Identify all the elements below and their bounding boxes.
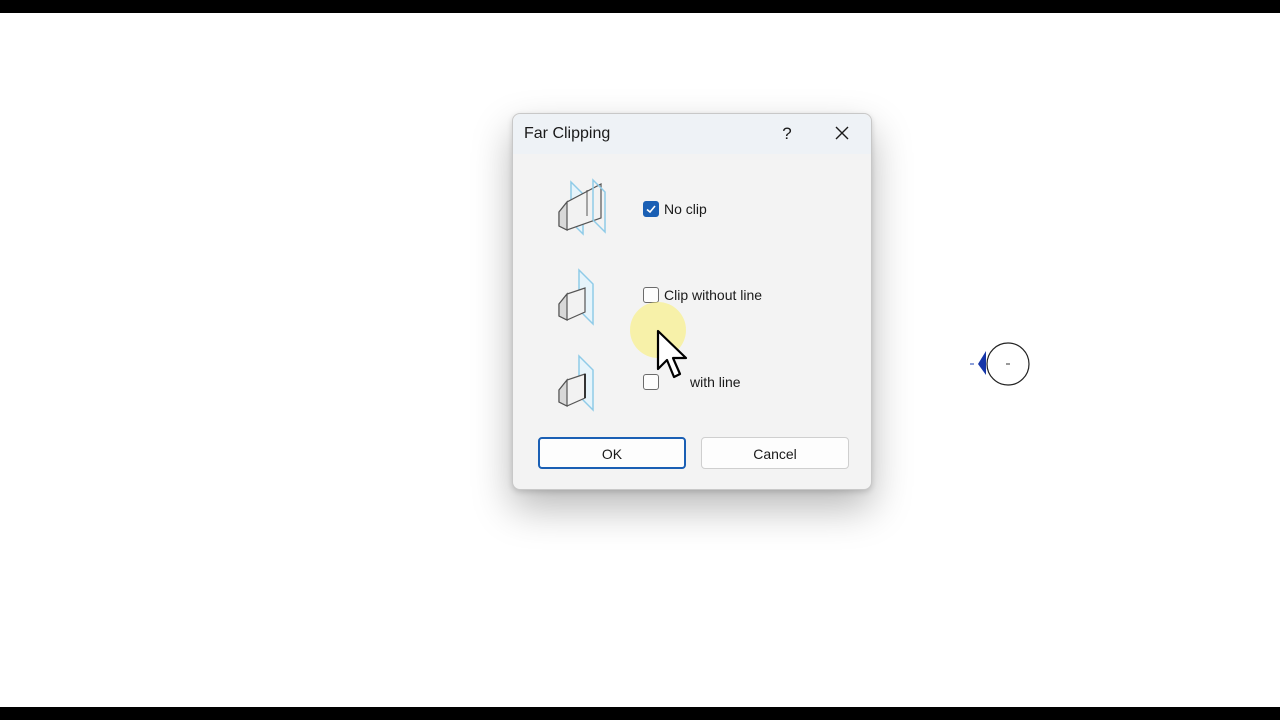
clip-without-line-checkbox[interactable] [643,287,659,303]
no-clip-label: No clip [664,201,707,217]
help-button[interactable]: ? [773,120,801,148]
close-button[interactable] [827,118,857,148]
mouse-pointer-icon [656,329,688,379]
cancel-button[interactable]: Cancel [701,437,849,469]
ok-button[interactable]: OK [538,437,686,469]
section-head-icon[interactable] [968,341,1034,387]
no-clip-checkbox[interactable] [643,201,659,217]
clip-with-line-illustration [558,354,594,412]
close-icon [835,126,849,140]
dialog-title: Far Clipping [524,125,611,142]
far-clipping-dialog: Far Clipping ? No clip Clip without line… [512,113,872,490]
clip-with-line-label: with line [690,374,741,390]
dialog-titlebar: Far Clipping ? [513,114,871,154]
clip-without-line-illustration [558,268,594,326]
help-icon: ? [782,124,792,143]
checkmark-icon [646,205,656,214]
no-clip-illustration [558,178,606,236]
drawing-canvas[interactable]: Far Clipping ? No clip Clip without line… [0,13,1280,707]
clip-without-line-label: Clip without line [664,287,763,303]
option-no-clip[interactable]: No clip [643,199,707,219]
